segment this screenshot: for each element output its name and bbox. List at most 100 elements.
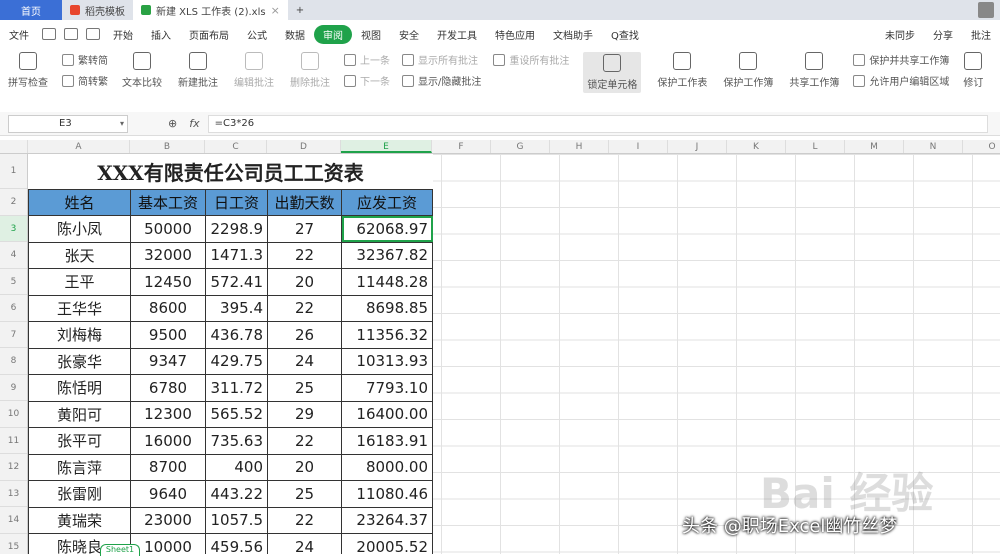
name-box[interactable]: E3 ▾ [8,114,128,133]
cell-daily-salary[interactable]: 2298.9 [205,215,268,243]
cell-name[interactable]: 王平 [28,268,131,296]
cell-daily-salary[interactable]: 311.72 [205,374,268,402]
spell-check-button[interactable]: 拼写检查 [8,52,48,89]
undo-icon[interactable] [86,28,100,40]
cell-name[interactable]: 陈小凤 [28,215,131,243]
cell-base-salary[interactable]: 8600 [130,294,206,322]
cell-attendance[interactable]: 20 [267,453,342,481]
header-cell-payable[interactable]: 应发工资 [341,188,433,216]
cell-payable[interactable]: 11080.46 [341,480,433,508]
cell-name[interactable]: 刘梅梅 [28,321,131,349]
cell-attendance[interactable]: 27 [267,215,342,243]
row-header[interactable]: 4 [0,242,27,269]
cell-attendance[interactable]: 29 [267,400,342,428]
cell-base-salary[interactable]: 50000 [130,215,206,243]
allow-edit-range-button[interactable]: 允许用户编辑区域 [853,73,949,88]
row-header[interactable]: 5 [0,269,27,295]
comment-button[interactable]: 批注 [962,27,1000,42]
col-header[interactable]: O [963,140,1000,153]
new-comment-button[interactable]: 新建批注 [178,52,218,89]
cell-base-salary[interactable]: 8700 [130,453,206,481]
row-header[interactable]: 10 [0,401,27,428]
menu-page-layout[interactable]: 页面布局 [180,27,238,42]
row-header[interactable]: 2 [0,189,27,216]
reset-comments-button[interactable]: 重设所有批注 [493,52,569,67]
cell-base-salary[interactable]: 9640 [130,480,206,508]
share-workbook-button[interactable]: 共享工作簿 [789,52,839,89]
menu-doc-assistant[interactable]: 文档助手 [544,27,602,42]
cell-daily-salary[interactable]: 572.41 [205,268,268,296]
row-header[interactable]: 1 [0,154,27,189]
cell-base-salary[interactable]: 9347 [130,347,206,375]
menu-file[interactable]: 文件 [0,27,38,42]
cell-name[interactable]: 张平可 [28,427,131,455]
cell-name[interactable]: 张天 [28,241,131,269]
col-header[interactable]: I [609,140,668,153]
share-button[interactable]: 分享 [924,27,962,42]
cell-name[interactable]: 王华华 [28,294,131,322]
cell-attendance[interactable]: 26 [267,321,342,349]
protect-workbook-button[interactable]: 保护工作簿 [723,52,773,89]
protect-share-button[interactable]: 保护并共享工作簿 [853,52,949,67]
cell-name[interactable]: 黄瑞荣 [28,506,131,534]
menu-home[interactable]: 开始 [104,27,142,42]
cell-base-salary[interactable]: 6780 [130,374,206,402]
cell-payable[interactable]: 23264.37 [341,506,433,534]
cell-payable[interactable]: 7793.10 [341,374,433,402]
delete-comment-button[interactable]: 删除批注 [290,52,330,89]
menu-review[interactable]: 审阅 [314,24,352,44]
cell-name[interactable]: 张雷刚 [28,480,131,508]
window-layout-icon[interactable] [978,2,994,18]
new-tab-button[interactable]: + [288,0,312,20]
cell-base-salary[interactable]: 12300 [130,400,206,428]
sheet-tab[interactable]: Sheet1 [100,544,140,556]
menu-security[interactable]: 安全 [390,27,428,42]
select-all-corner[interactable] [0,140,28,153]
row-header[interactable]: 14 [0,507,27,534]
col-header[interactable]: D [267,140,341,153]
col-header[interactable]: B [130,140,205,153]
simp-to-trad-button[interactable]: 简转繁 [62,73,108,88]
cell-daily-salary[interactable]: 400 [205,453,268,481]
col-header[interactable]: K [727,140,786,153]
col-header[interactable]: C [205,140,267,153]
trad-to-simp-button[interactable]: 繁转简 [62,52,108,67]
cell-daily-salary[interactable]: 429.75 [205,347,268,375]
protect-sheet-button[interactable]: 保护工作表 [657,52,707,89]
header-cell-attendance[interactable]: 出勤天数 [267,188,342,216]
row-header[interactable]: 6 [0,295,27,322]
prev-comment-button[interactable]: 上一条 [344,52,390,67]
row-header[interactable]: 7 [0,322,27,348]
cell-base-salary[interactable]: 16000 [130,427,206,455]
cell-payable[interactable]: 16400.00 [341,400,433,428]
row-header-selected[interactable]: 3 [0,215,27,242]
cell-attendance[interactable]: 20 [267,268,342,296]
cell-daily-salary[interactable]: 1057.5 [205,506,268,534]
save-icon[interactable] [42,28,56,40]
cell-daily-salary[interactable]: 395.4 [205,294,268,322]
row-header[interactable]: 9 [0,375,27,401]
cell-attendance[interactable]: 25 [267,480,342,508]
cell-base-salary[interactable]: 23000 [130,506,206,534]
show-all-comments-button[interactable]: 显示所有批注 [402,52,481,67]
track-changes-button[interactable]: 修订 [963,52,983,89]
print-icon[interactable] [64,28,78,40]
cell-attendance[interactable]: 25 [267,374,342,402]
search-button[interactable]: Q查找 [602,27,648,42]
cell-name[interactable]: 张豪华 [28,347,131,375]
cell-daily-salary[interactable]: 565.52 [205,400,268,428]
cell-payable[interactable]: 10313.93 [341,347,433,375]
cell-base-salary[interactable]: 32000 [130,241,206,269]
cell-attendance[interactable]: 24 [267,347,342,375]
cell-attendance[interactable]: 22 [267,506,342,534]
cell-base-salary[interactable]: 9500 [130,321,206,349]
menu-developer[interactable]: 开发工具 [428,27,486,42]
col-header[interactable]: M [845,140,904,153]
cell-payable[interactable]: 32367.82 [341,241,433,269]
header-cell-daily-salary[interactable]: 日工资 [205,188,268,216]
menu-insert[interactable]: 插入 [142,27,180,42]
menu-data[interactable]: 数据 [276,27,314,42]
cell-payable[interactable]: 8000.00 [341,453,433,481]
col-header[interactable]: H [550,140,609,153]
cell-base-salary[interactable]: 12450 [130,268,206,296]
